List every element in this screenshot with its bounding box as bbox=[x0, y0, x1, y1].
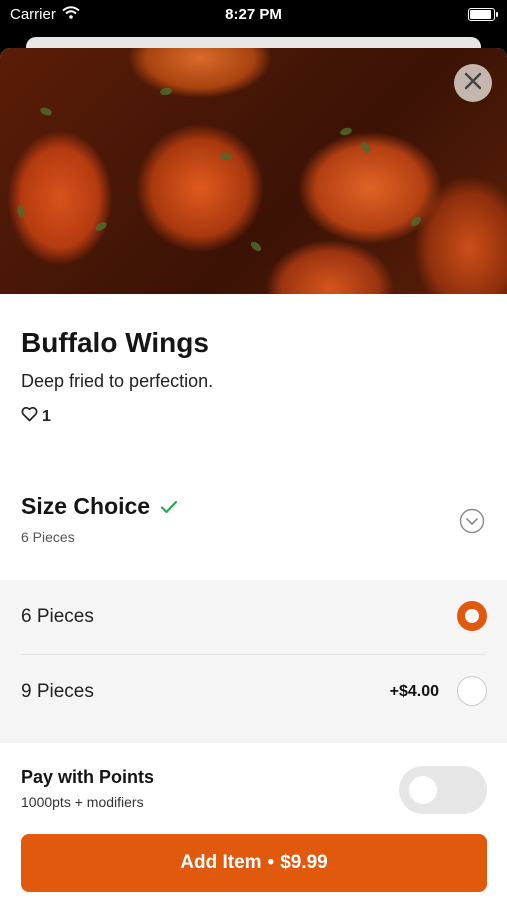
points-toggle[interactable] bbox=[399, 766, 487, 814]
points-subtitle: 1000pts + modifiers bbox=[21, 794, 144, 810]
radio-selected[interactable] bbox=[457, 601, 487, 631]
add-item-button[interactable]: Add Item • $9.99 bbox=[21, 834, 487, 892]
option-label: 9 Pieces bbox=[21, 681, 94, 702]
points-title: Pay with Points bbox=[21, 767, 155, 787]
heart-icon bbox=[21, 406, 38, 427]
modifier-options: 6 Pieces 9 Pieces +$4.00 bbox=[0, 580, 507, 743]
close-button[interactable] bbox=[454, 64, 492, 102]
option-label: 6 Pieces bbox=[21, 606, 94, 627]
modifier-group-header[interactable]: Size Choice bbox=[21, 493, 178, 520]
modifier-group-summary: 6 Pieces bbox=[21, 529, 75, 545]
chevron-down-icon[interactable] bbox=[459, 508, 485, 539]
radio-unselected[interactable] bbox=[457, 676, 487, 706]
check-icon bbox=[160, 493, 178, 520]
add-item-separator: • bbox=[267, 852, 275, 873]
option-price: +$4.00 bbox=[389, 683, 439, 700]
close-icon bbox=[464, 72, 482, 95]
option-row-9-pieces[interactable]: 9 Pieces +$4.00 bbox=[0, 655, 507, 729]
status-bar: Carrier 8:27 PM bbox=[0, 0, 507, 30]
item-description: Deep fried to perfection. bbox=[21, 371, 214, 391]
item-title: Buffalo Wings bbox=[21, 327, 209, 358]
item-image bbox=[0, 48, 507, 294]
modifier-group-title: Size Choice bbox=[21, 493, 151, 519]
item-detail-sheet: Buffalo Wings Deep fried to perfection. … bbox=[0, 48, 507, 900]
status-time: 8:27 PM bbox=[225, 6, 282, 23]
like-count: 1 bbox=[42, 407, 51, 425]
option-row-6-pieces[interactable]: 6 Pieces bbox=[0, 580, 507, 655]
battery-icon bbox=[468, 8, 498, 21]
add-item-label: Add Item bbox=[180, 852, 262, 873]
add-item-price: $9.99 bbox=[280, 852, 328, 873]
toggle-knob bbox=[409, 776, 437, 804]
like-button[interactable]: 1 bbox=[21, 406, 51, 427]
